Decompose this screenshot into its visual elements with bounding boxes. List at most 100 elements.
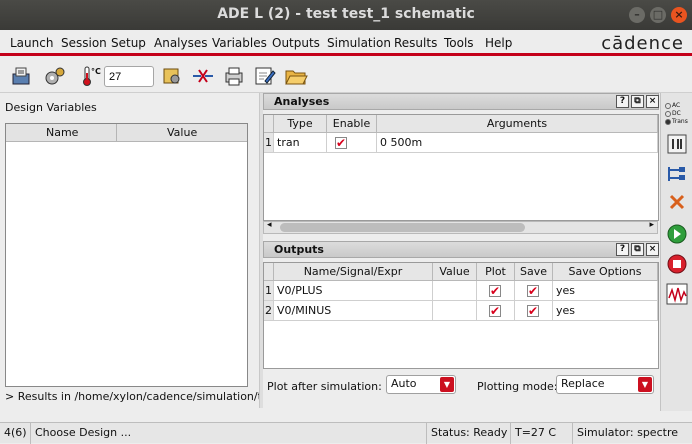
cadence-logo: cādence xyxy=(601,33,684,54)
plotting-mode-label: Plotting mode: xyxy=(477,380,558,393)
scroll-right-icon[interactable]: ▸ xyxy=(649,220,654,230)
results-path-text: > Results in /home/xylon/cadence/simulat… xyxy=(5,390,260,403)
temperature-input[interactable] xyxy=(104,66,154,87)
scroll-left-icon[interactable]: ◂ xyxy=(267,220,272,230)
help-icon[interactable]: ? xyxy=(616,95,629,108)
analyses-title: Analyses xyxy=(274,95,330,108)
maximize-button[interactable]: □ xyxy=(650,7,666,23)
open-folder-icon[interactable] xyxy=(284,65,308,87)
output-plot-checkbox[interactable] xyxy=(477,281,515,301)
delete-icon[interactable] xyxy=(666,191,688,213)
column-value[interactable]: Value xyxy=(167,126,197,139)
output-value[interactable] xyxy=(433,301,477,321)
close-button[interactable]: × xyxy=(671,7,687,23)
output-save-checkbox[interactable] xyxy=(515,301,553,321)
output-name[interactable]: V0/MINUS xyxy=(274,301,433,321)
analysis-enable-checkbox[interactable] xyxy=(327,133,377,153)
output-name[interactable]: V0/PLUS xyxy=(274,281,433,301)
menu-bar: Launch Session Setup Analyses Variables … xyxy=(0,30,692,56)
column-name-signal-expr[interactable]: Name/Signal/Expr xyxy=(274,263,433,281)
column-save-options[interactable]: Save Options xyxy=(553,263,658,281)
menu-setup[interactable]: Setup xyxy=(111,36,146,50)
chevron-down-icon: ▼ xyxy=(638,377,652,392)
stop-simulation-icon[interactable] xyxy=(666,253,688,275)
thermometer-icon[interactable]: °C xyxy=(80,65,104,87)
plot-after-label: Plot after simulation: xyxy=(267,380,382,393)
design-variables-header: Name Value xyxy=(6,124,247,142)
menu-outputs[interactable]: Outputs xyxy=(272,36,320,50)
outputs-header: Outputs ? ⧉ × xyxy=(263,241,659,258)
column-value[interactable]: Value xyxy=(433,263,477,281)
status-temperature: T=27 C xyxy=(511,423,573,444)
simulator-options-icon[interactable] xyxy=(42,65,66,87)
window-title: ADE L (2) - test test_1 schematic xyxy=(217,6,475,22)
print-icon[interactable] xyxy=(222,65,246,87)
analyses-header: Analyses ? ⧉ × xyxy=(263,93,659,110)
design-variables-label: Design Variables xyxy=(5,101,97,114)
output-plot-checkbox[interactable] xyxy=(477,301,515,321)
status-prompt: Choose Design ... xyxy=(31,423,427,444)
menu-launch[interactable]: Launch xyxy=(10,36,53,50)
column-name[interactable]: Name xyxy=(46,126,78,139)
radio-ac-label: AC xyxy=(672,102,681,109)
radio-dc[interactable]: DC xyxy=(665,110,681,117)
edit-notes-icon[interactable] xyxy=(253,65,277,87)
minimize-button[interactable]: – xyxy=(629,7,645,23)
run-simulation-icon[interactable] xyxy=(666,223,688,245)
design-variables-table[interactable]: Name Value xyxy=(5,123,248,387)
output-save-checkbox[interactable] xyxy=(515,281,553,301)
outputs-table[interactable]: Name/Signal/Expr Value Plot Save Save Op… xyxy=(263,262,659,369)
right-toolbar: AC DC Trans xyxy=(660,93,692,411)
output-value[interactable] xyxy=(433,281,477,301)
edit-variables-icon[interactable] xyxy=(666,133,688,155)
column-save[interactable]: Save xyxy=(515,263,553,281)
plot-options-row: Plot after simulation: Auto ▼ Plotting m… xyxy=(263,370,659,400)
outputs-title: Outputs xyxy=(274,243,324,256)
output-save-options[interactable]: yes xyxy=(553,301,658,321)
plot-after-select[interactable]: Auto ▼ xyxy=(386,375,456,394)
menu-tools[interactable]: Tools xyxy=(444,36,474,50)
plotting-mode-value: Replace xyxy=(561,377,605,390)
radio-ac[interactable]: AC xyxy=(665,102,680,109)
plot-outputs-icon[interactable] xyxy=(666,283,688,305)
analyses-table[interactable]: Type Enable Arguments 1 tran 0 500m xyxy=(263,114,659,221)
row-number: 1 xyxy=(264,281,274,301)
design-setup-icon[interactable] xyxy=(10,65,34,87)
row-number: 1 xyxy=(264,133,274,153)
plot-after-value: Auto xyxy=(391,377,417,390)
menu-results[interactable]: Results xyxy=(394,36,437,50)
help-icon[interactable]: ? xyxy=(616,243,629,256)
chevron-down-icon: ▼ xyxy=(440,377,454,392)
analysis-arguments[interactable]: 0 500m xyxy=(377,133,658,153)
close-icon[interactable]: × xyxy=(646,243,659,256)
netlist-and-run-icon[interactable] xyxy=(191,65,215,87)
row-number: 2 xyxy=(264,301,274,321)
menu-simulation[interactable]: Simulation xyxy=(327,36,391,50)
output-save-options[interactable]: yes xyxy=(553,281,658,301)
radio-trans-label: Trans xyxy=(672,118,688,125)
analysis-type[interactable]: tran xyxy=(274,133,327,153)
float-icon[interactable]: ⧉ xyxy=(631,95,644,108)
menu-help[interactable]: Help xyxy=(485,36,512,50)
menu-session[interactable]: Session xyxy=(61,36,107,50)
toolbar: °C xyxy=(0,59,692,93)
plotting-mode-select[interactable]: Replace ▼ xyxy=(556,375,654,394)
title-bar: ADE L (2) - test test_1 schematic – □ × xyxy=(0,0,692,30)
column-enable[interactable]: Enable xyxy=(327,115,377,133)
model-library-icon[interactable] xyxy=(160,65,184,87)
scroll-thumb[interactable] xyxy=(280,223,525,232)
close-icon[interactable]: × xyxy=(646,95,659,108)
column-type[interactable]: Type xyxy=(274,115,327,133)
menu-variables[interactable]: Variables xyxy=(212,36,267,50)
radio-dc-label: DC xyxy=(672,110,681,117)
netlist-tree-icon[interactable] xyxy=(666,163,688,185)
radio-trans[interactable]: Trans xyxy=(665,118,688,125)
temperature-unit: °C xyxy=(91,67,101,76)
column-arguments[interactable]: Arguments xyxy=(377,115,658,133)
status-count: 4(6) xyxy=(0,423,31,444)
status-simulator: Simulator: spectre xyxy=(577,426,678,439)
analyses-horizontal-scrollbar[interactable]: ◂ ▸ xyxy=(263,220,658,234)
column-plot[interactable]: Plot xyxy=(477,263,515,281)
float-icon[interactable]: ⧉ xyxy=(631,243,644,256)
menu-analyses[interactable]: Analyses xyxy=(154,36,208,50)
